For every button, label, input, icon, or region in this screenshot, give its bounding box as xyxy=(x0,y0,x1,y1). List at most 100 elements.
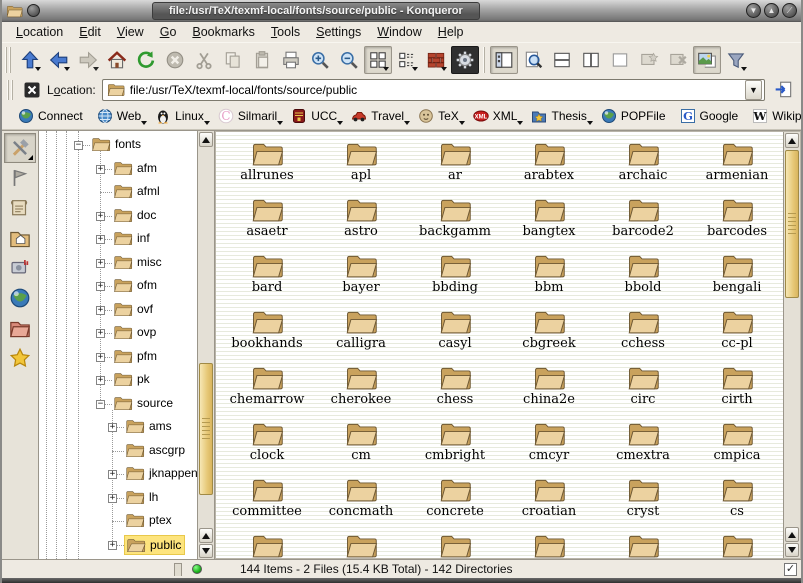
menu-help[interactable]: Help xyxy=(430,23,472,41)
tree-expander-expand[interactable]: + xyxy=(96,376,105,385)
menu-tools[interactable]: Tools xyxy=(263,23,308,41)
menu-view[interactable]: View xyxy=(109,23,152,41)
icon-view-button[interactable] xyxy=(364,46,392,74)
folder-item-partial[interactable] xyxy=(408,527,502,558)
cut-button[interactable] xyxy=(190,46,218,74)
folder-item-partial[interactable] xyxy=(502,527,596,558)
bookmark-linux[interactable]: Linux xyxy=(149,106,210,126)
folder-item-bbm[interactable]: bbm xyxy=(502,247,596,303)
bookmarks-panel-button[interactable] xyxy=(4,163,36,193)
tree-expander-expand[interactable]: + xyxy=(108,470,117,479)
main-scroll-down-button[interactable] xyxy=(785,543,799,557)
minimize-button[interactable]: ▼ xyxy=(746,3,761,18)
folder-item-barcode2[interactable]: barcode2 xyxy=(596,191,690,247)
main-scroll-up-button[interactable] xyxy=(785,133,799,148)
folder-item-calligra[interactable]: calligra xyxy=(314,303,408,359)
copy-button[interactable] xyxy=(219,46,247,74)
folder-item-circ[interactable]: circ xyxy=(596,359,690,415)
tree-item-pk[interactable]: pk xyxy=(112,370,153,388)
toolbar-grip[interactable] xyxy=(5,47,12,73)
location-combobox[interactable]: ▼ xyxy=(102,79,765,101)
tree-item-afm[interactable]: afm xyxy=(112,159,160,177)
folder-item-cmpica[interactable]: cmpica xyxy=(690,415,783,471)
bookmark-thesis[interactable]: Thesis xyxy=(525,106,592,126)
folder-item-bard[interactable]: bard xyxy=(220,247,314,303)
maximize-button[interactable]: ▲ xyxy=(764,3,779,18)
tree-item-inf[interactable]: inf xyxy=(112,229,153,247)
main-scrollbar-thumb[interactable] xyxy=(785,150,799,298)
zoom-in-button[interactable] xyxy=(306,46,334,74)
folder-item-asaetr[interactable]: asaetr xyxy=(220,191,314,247)
tree-expander-expand[interactable]: + xyxy=(96,353,105,362)
tree-item-jknappen[interactable]: jknappen xyxy=(124,464,197,482)
tree-item-ovp[interactable]: ovp xyxy=(112,323,159,341)
main-scrollbar[interactable] xyxy=(783,132,800,558)
tree-expander-expand[interactable]: + xyxy=(108,494,117,503)
folder-item-partial[interactable] xyxy=(690,527,783,558)
gear-throbber-button[interactable] xyxy=(451,46,479,74)
forward-button[interactable] xyxy=(74,46,102,74)
folder-item-concmath[interactable]: concmath xyxy=(314,471,408,527)
folder-item-cbgreek[interactable]: cbgreek xyxy=(502,303,596,359)
multicolumn-view-button[interactable] xyxy=(422,46,450,74)
preview-button[interactable] xyxy=(693,46,721,74)
tree-expander-expand[interactable]: + xyxy=(108,423,117,432)
show-sidebar-button[interactable] xyxy=(490,46,518,74)
bookmark-ucc[interactable]: UCC xyxy=(285,106,343,126)
new-tab-button[interactable] xyxy=(635,46,663,74)
folder-item-clock[interactable]: clock xyxy=(220,415,314,471)
clear-location-icon[interactable] xyxy=(23,81,41,99)
go-button[interactable] xyxy=(771,78,797,102)
bookmark-google[interactable]: GGoogle xyxy=(674,106,745,126)
tree-expander-expand[interactable]: + xyxy=(96,235,105,244)
tree-scrollbar-thumb[interactable] xyxy=(199,363,213,495)
folder-item-cmbright[interactable]: cmbright xyxy=(408,415,502,471)
zoom-out-button[interactable] xyxy=(335,46,363,74)
sidebar-config-button[interactable] xyxy=(4,133,36,163)
home-button[interactable] xyxy=(103,46,131,74)
home-directory-panel-button[interactable] xyxy=(4,223,36,253)
folder-item-cherokee[interactable]: cherokee xyxy=(314,359,408,415)
location-dropdown-arrow[interactable]: ▼ xyxy=(745,80,762,100)
tree-item-ascgrp[interactable]: ascgrp xyxy=(124,441,188,459)
tree-item-lh[interactable]: lh xyxy=(124,488,161,506)
main-scroll-up2-button[interactable] xyxy=(785,527,799,542)
tree-expander-expand[interactable]: + xyxy=(96,259,105,268)
folder-item-concrete[interactable]: concrete xyxy=(408,471,502,527)
folder-item-committee[interactable]: committee xyxy=(220,471,314,527)
folder-item-cchess[interactable]: cchess xyxy=(596,303,690,359)
bookmark-xml[interactable]: XMLXML xyxy=(467,106,524,126)
bookmark-silmaril[interactable]: CSilmaril xyxy=(212,106,283,126)
find-file-button[interactable] xyxy=(519,46,547,74)
folder-item-ar[interactable]: ar xyxy=(408,135,502,191)
folder-item-partial[interactable] xyxy=(220,527,314,558)
tree-item-misc[interactable]: misc xyxy=(112,253,165,271)
folder-item-bbold[interactable]: bbold xyxy=(596,247,690,303)
tree-item-doc[interactable]: doc xyxy=(112,206,159,224)
history-panel-button[interactable] xyxy=(4,193,36,223)
folder-item-partial[interactable] xyxy=(314,527,408,558)
titlebar[interactable]: file:/usr/TeX/texmf-local/fonts/source/p… xyxy=(2,0,801,22)
statusbar-splitter-grip[interactable] xyxy=(174,563,182,576)
folder-item-cirth[interactable]: cirth xyxy=(690,359,783,415)
linked-view-checkbox[interactable]: ✓ xyxy=(784,563,797,576)
up-button[interactable] xyxy=(16,46,44,74)
tree-scrollbar[interactable] xyxy=(197,131,214,559)
detail-view-button[interactable] xyxy=(393,46,421,74)
bookmark-popfile[interactable]: POPFile xyxy=(595,106,672,126)
location-input[interactable] xyxy=(130,81,740,99)
folder-item-cryst[interactable]: cryst xyxy=(596,471,690,527)
tree-item-ovf[interactable]: ovf xyxy=(112,300,156,318)
tree-item-fonts[interactable]: fonts xyxy=(90,135,144,153)
menu-go[interactable]: Go xyxy=(152,23,185,41)
print-button[interactable] xyxy=(277,46,305,74)
folder-item-apl[interactable]: apl xyxy=(314,135,408,191)
remove-active-view-button[interactable] xyxy=(606,46,634,74)
menu-window[interactable]: Window xyxy=(369,23,429,41)
folder-item-barcodes[interactable]: barcodes xyxy=(690,191,783,247)
folder-item-backgamm[interactable]: backgamm xyxy=(408,191,502,247)
menu-edit[interactable]: Edit xyxy=(71,23,109,41)
tree-expander-expand[interactable]: + xyxy=(96,165,105,174)
tree-item-source[interactable]: source xyxy=(112,394,176,412)
bookmark-connect[interactable]: Connect xyxy=(12,106,89,126)
